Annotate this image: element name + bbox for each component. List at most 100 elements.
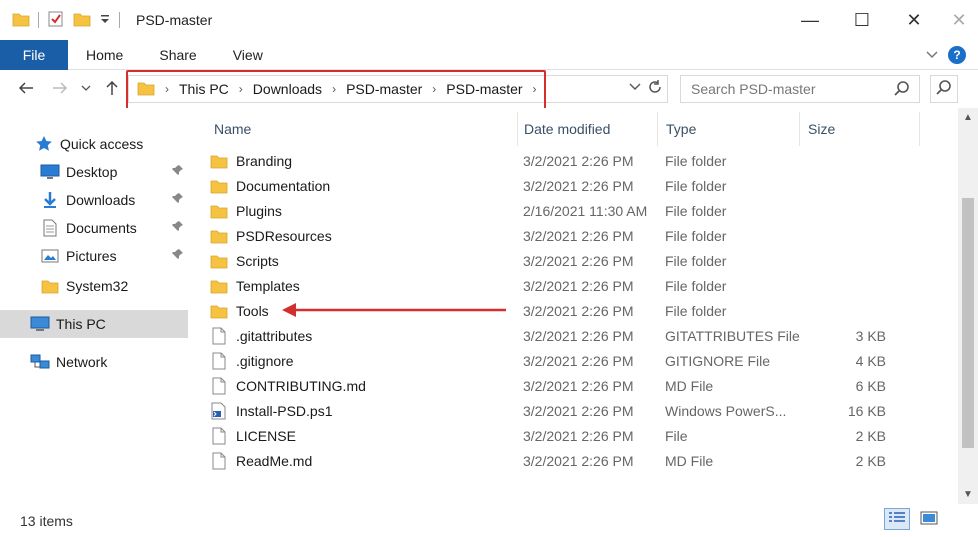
download-arrow-icon	[40, 190, 60, 210]
document-icon	[40, 218, 60, 238]
up-arrow-icon[interactable]	[100, 76, 124, 100]
file-size: 6 KB	[855, 377, 886, 394]
recent-locations-chevron-icon[interactable]	[78, 76, 94, 100]
minimize-button[interactable]: —	[784, 0, 836, 40]
address-bar[interactable]: › This PC › Downloads › PSD-master › PSD…	[128, 75, 668, 103]
file-name: Plugins	[236, 202, 282, 219]
sidebar-item-desktop[interactable]: Desktop	[0, 158, 190, 186]
details-view-button[interactable]	[884, 508, 910, 530]
pin-icon[interactable]	[172, 248, 184, 263]
file-name: .gitignore	[236, 352, 294, 369]
pin-icon[interactable]	[172, 220, 184, 235]
search-input[interactable]: Search PSD-master	[680, 75, 920, 103]
sidebar-item-downloads[interactable]: Downloads	[0, 186, 190, 214]
file-row-documentation[interactable]: Documentation 3/2/2021 2:26 PM File fold…	[196, 173, 896, 198]
column-header-name[interactable]: Name	[206, 112, 518, 146]
refresh-icon[interactable]	[647, 79, 663, 99]
sidebar-item-label: System32	[66, 278, 129, 294]
sidebar-item-label: Documents	[66, 220, 137, 236]
new-folder-icon[interactable]	[73, 11, 91, 30]
file-type: GITIGNORE File	[665, 352, 771, 369]
sidebar-item-label: Downloads	[66, 192, 136, 208]
sidebar-item-label: Quick access	[60, 136, 144, 152]
file-row-plugins[interactable]: Plugins 2/16/2021 11:30 AM File folder	[196, 198, 896, 223]
sidebar-item-label: Network	[56, 354, 108, 370]
file-name: PSDResources	[236, 227, 332, 244]
file-type: File folder	[665, 302, 727, 319]
sidebar-item-this-pc[interactable]: This PC	[0, 310, 188, 338]
file-row-install-psd[interactable]: Install-PSD.ps1 3/2/2021 2:26 PM Windows…	[196, 398, 896, 423]
tab-view[interactable]: View	[215, 40, 281, 70]
breadcrumb-chevron-icon[interactable]: ›	[165, 82, 169, 96]
file-size: 16 KB	[847, 402, 886, 419]
file-size	[776, 148, 886, 173]
file-date: 3/2/2021 2:26 PM	[523, 177, 634, 194]
breadcrumb-this-pc[interactable]: This PC	[179, 81, 229, 97]
file-row-license[interactable]: LICENSE 3/2/2021 2:26 PM File 2 KB	[196, 423, 896, 448]
file-row-gitattributes[interactable]: .gitattributes 3/2/2021 2:26 PM GITATTRI…	[196, 323, 896, 348]
sidebar-item-documents[interactable]: Documents	[0, 214, 190, 242]
column-header-type[interactable]: Type	[658, 112, 800, 146]
customize-dropdown-icon[interactable]	[99, 13, 111, 28]
breadcrumb-chevron-icon[interactable]: ›	[432, 82, 436, 96]
file-date: 3/2/2021 2:26 PM	[523, 452, 634, 469]
file-size	[776, 223, 886, 248]
quick-access-toolbar	[0, 0, 128, 40]
file-date: 3/2/2021 2:26 PM	[523, 252, 634, 269]
folder-icon[interactable]	[12, 11, 30, 30]
window-title: PSD-master	[136, 12, 213, 28]
back-arrow-icon[interactable]	[14, 76, 38, 100]
pin-icon[interactable]	[172, 164, 184, 179]
status-bar: 13 items	[0, 504, 978, 537]
file-row-contributing[interactable]: CONTRIBUTING.md 3/2/2021 2:26 PM MD File…	[196, 373, 896, 398]
sidebar-item-quick-access[interactable]: Quick access	[0, 130, 190, 158]
powershell-file-icon	[210, 402, 228, 420]
scroll-thumb[interactable]	[962, 198, 974, 448]
folder-icon	[210, 227, 228, 245]
tab-share[interactable]: Share	[141, 40, 214, 70]
vertical-scrollbar[interactable]: ▲ ▼	[958, 108, 978, 504]
folder-icon	[210, 277, 228, 295]
sidebar-item-network[interactable]: Network	[0, 348, 190, 376]
file-row-templates[interactable]: Templates 3/2/2021 2:26 PM File folder	[196, 273, 896, 298]
scroll-down-icon[interactable]: ▼	[963, 489, 973, 500]
file-type: File folder	[665, 202, 727, 219]
expand-ribbon-chevron-icon[interactable]	[926, 48, 938, 62]
file-row-gitignore[interactable]: .gitignore 3/2/2021 2:26 PM GITIGNORE Fi…	[196, 348, 896, 373]
breadcrumb-downloads[interactable]: Downloads	[253, 81, 322, 97]
breadcrumb-psd-master[interactable]: PSD-master	[346, 81, 422, 97]
address-dropdown-chevron-icon[interactable]	[629, 80, 641, 94]
sidebar-item-pictures[interactable]: Pictures	[0, 242, 190, 270]
breadcrumb-psd-master-current[interactable]: PSD-master	[446, 81, 522, 97]
close-button[interactable]: ✕	[888, 0, 940, 40]
search-button[interactable]	[930, 75, 958, 103]
forward-arrow-icon[interactable]	[48, 76, 72, 100]
pin-icon[interactable]	[172, 192, 184, 207]
file-name: .gitattributes	[236, 327, 313, 344]
file-size	[776, 273, 886, 298]
tab-file[interactable]: File	[0, 39, 68, 70]
scroll-up-icon[interactable]: ▲	[963, 112, 973, 123]
file-row-scripts[interactable]: Scripts 3/2/2021 2:26 PM File folder	[196, 248, 896, 273]
sidebar-item-system32[interactable]: System32	[0, 272, 190, 300]
large-icons-view-button[interactable]	[916, 508, 942, 530]
breadcrumb-chevron-icon[interactable]: ›	[332, 82, 336, 96]
file-type: File folder	[665, 227, 727, 244]
maximize-button[interactable]: ☐	[836, 0, 888, 40]
column-header-date-modified[interactable]: Date modified	[516, 112, 658, 146]
file-size	[776, 198, 886, 223]
folder-icon	[210, 302, 228, 320]
help-icon[interactable]: ?	[948, 46, 966, 64]
file-row-readme[interactable]: ReadMe.md 3/2/2021 2:26 PM MD File 2 KB	[196, 448, 896, 473]
breadcrumb-chevron-icon[interactable]: ›	[239, 82, 243, 96]
file-row-branding[interactable]: Branding 3/2/2021 2:26 PM File folder	[196, 148, 896, 173]
properties-checklist-icon[interactable]	[47, 10, 65, 31]
file-name: LICENSE	[236, 427, 296, 444]
file-row-psdresources[interactable]: PSDResources 3/2/2021 2:26 PM File folde…	[196, 223, 896, 248]
tab-home[interactable]: Home	[68, 40, 141, 70]
file-date: 3/2/2021 2:26 PM	[523, 352, 634, 369]
column-header-size[interactable]: Size	[800, 112, 920, 146]
breadcrumb-chevron-icon[interactable]: ›	[533, 82, 537, 96]
file-icon	[210, 427, 228, 445]
file-icon	[210, 327, 228, 345]
